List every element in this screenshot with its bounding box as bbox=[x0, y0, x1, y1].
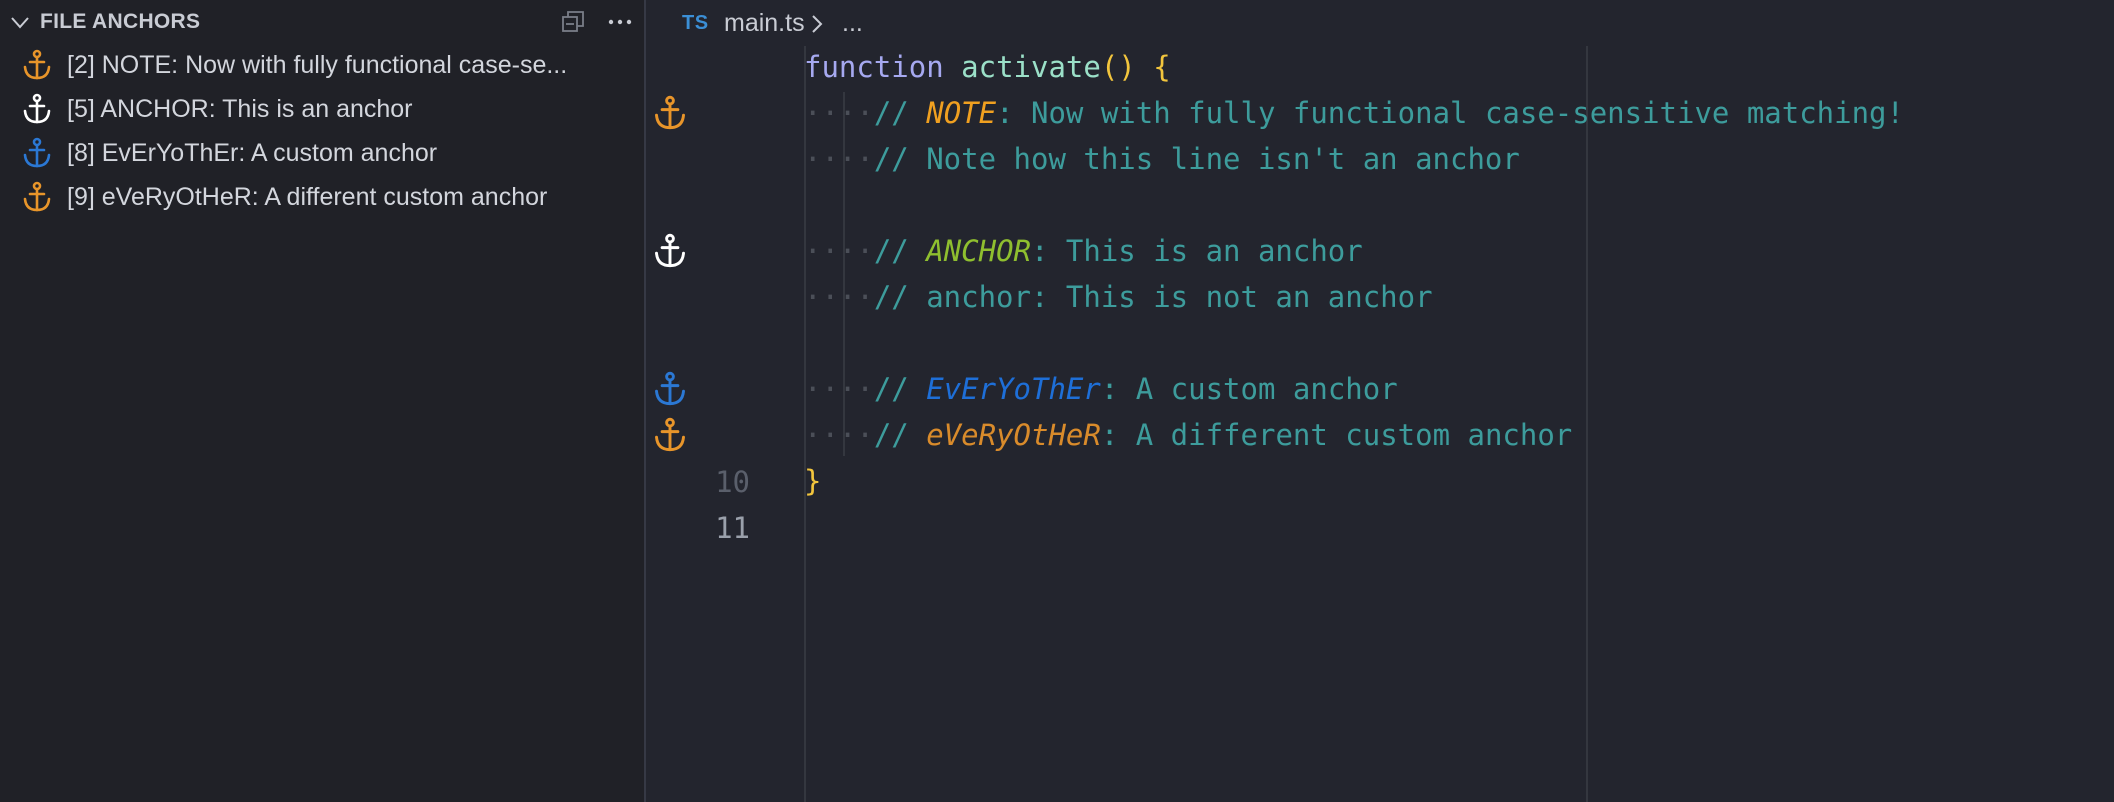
panel-header[interactable]: FILE ANCHORS bbox=[0, 0, 644, 44]
comment-slashes: // bbox=[873, 96, 909, 130]
breadcrumb-file[interactable]: main.ts bbox=[724, 8, 805, 38]
anchor-icon bbox=[23, 181, 51, 212]
list-item-label: [5] ANCHOR: This is an anchor bbox=[67, 95, 413, 123]
indent-dots: ···· bbox=[804, 372, 874, 406]
editor-ruler bbox=[1586, 46, 1588, 802]
comment-slashes: // bbox=[873, 234, 909, 268]
comment-text: // anchor: This is not an anchor bbox=[873, 280, 1433, 314]
code-line: ····// NOTE: Now with fully functional c… bbox=[804, 90, 1904, 136]
anchor-tag: ANCHOR bbox=[926, 234, 1031, 268]
collapse-all-icon[interactable] bbox=[560, 9, 586, 35]
comment-slashes: // bbox=[873, 418, 909, 452]
parens: () bbox=[1100, 50, 1136, 84]
list-item[interactable]: [2] NOTE: Now with fully functional case… bbox=[0, 44, 644, 88]
anchor-icon bbox=[23, 93, 51, 124]
code-line: ····// eVeRyOtHeR: A different custom an… bbox=[804, 412, 1572, 458]
typescript-file-icon: TS bbox=[682, 12, 709, 34]
anchor-tag: NOTE bbox=[926, 96, 997, 130]
breadcrumb-symbol[interactable]: ... bbox=[842, 8, 863, 38]
anchor-icon bbox=[655, 371, 685, 406]
list-item-label: [8] EvErYoThEr: A custom anchor bbox=[67, 139, 438, 167]
keyword: function bbox=[804, 50, 944, 84]
anchor-tag: EvErYoThEr bbox=[926, 372, 1101, 406]
anchor-icon bbox=[655, 95, 685, 130]
indent-dots: ···· bbox=[804, 142, 874, 176]
function-name: activate bbox=[961, 50, 1101, 84]
more-actions-icon[interactable] bbox=[606, 9, 634, 35]
open-brace: { bbox=[1153, 50, 1171, 84]
code-line: ····// ANCHOR: This is an anchor bbox=[804, 228, 1363, 274]
indent-dots: ···· bbox=[804, 280, 874, 314]
list-item[interactable]: [8] EvErYoThEr: A custom anchor bbox=[0, 132, 644, 176]
anchor-icon bbox=[23, 137, 51, 168]
chevron-right-icon bbox=[812, 15, 823, 33]
close-brace: } bbox=[804, 464, 822, 498]
panel-title: FILE ANCHORS bbox=[40, 10, 201, 33]
comment-slashes: // bbox=[873, 372, 909, 406]
list-item[interactable]: [9] eVeRyOtHeR: A different custom ancho… bbox=[0, 176, 644, 220]
anchor-icon bbox=[655, 233, 685, 268]
comment-text: : A custom anchor bbox=[1100, 372, 1398, 406]
comment-text: : Now with fully functional case-sensiti… bbox=[996, 96, 1904, 130]
anchor-tag: eVeRyOtHeR bbox=[926, 418, 1101, 452]
code-line: } bbox=[804, 458, 821, 504]
comment-text: : A different custom anchor bbox=[1100, 418, 1573, 452]
code-line: ····// Note how this line isn't an ancho… bbox=[804, 136, 1520, 182]
line-number: 11 bbox=[715, 511, 750, 545]
comment-text: : This is an anchor bbox=[1031, 234, 1363, 268]
code-line: function activate() { bbox=[804, 44, 1171, 90]
list-item[interactable]: [5] ANCHOR: This is an anchor bbox=[0, 88, 644, 132]
list-item-label: [2] NOTE: Now with fully functional case… bbox=[67, 51, 568, 79]
anchor-list: [2] NOTE: Now with fully functional case… bbox=[0, 44, 644, 220]
code-line: ····// anchor: This is not an anchor bbox=[804, 274, 1433, 320]
indent-dots: ···· bbox=[804, 234, 874, 268]
chevron-down-icon[interactable] bbox=[10, 14, 30, 32]
list-item-label: [9] eVeRyOtHeR: A different custom ancho… bbox=[67, 183, 548, 211]
anchor-icon bbox=[655, 417, 685, 452]
comment-text: // Note how this line isn't an anchor bbox=[873, 142, 1520, 176]
line-number: 10 bbox=[715, 465, 750, 499]
breadcrumb: TS main.ts ... bbox=[646, 0, 2114, 46]
indent-dots: ···· bbox=[804, 96, 874, 130]
indent-dots: ···· bbox=[804, 418, 874, 452]
file-anchors-panel: FILE ANCHORS [2] NOTE: Now with fully fu… bbox=[0, 0, 646, 802]
code-line: ····// EvErYoThEr: A custom anchor bbox=[804, 366, 1398, 412]
anchor-icon bbox=[23, 49, 51, 80]
